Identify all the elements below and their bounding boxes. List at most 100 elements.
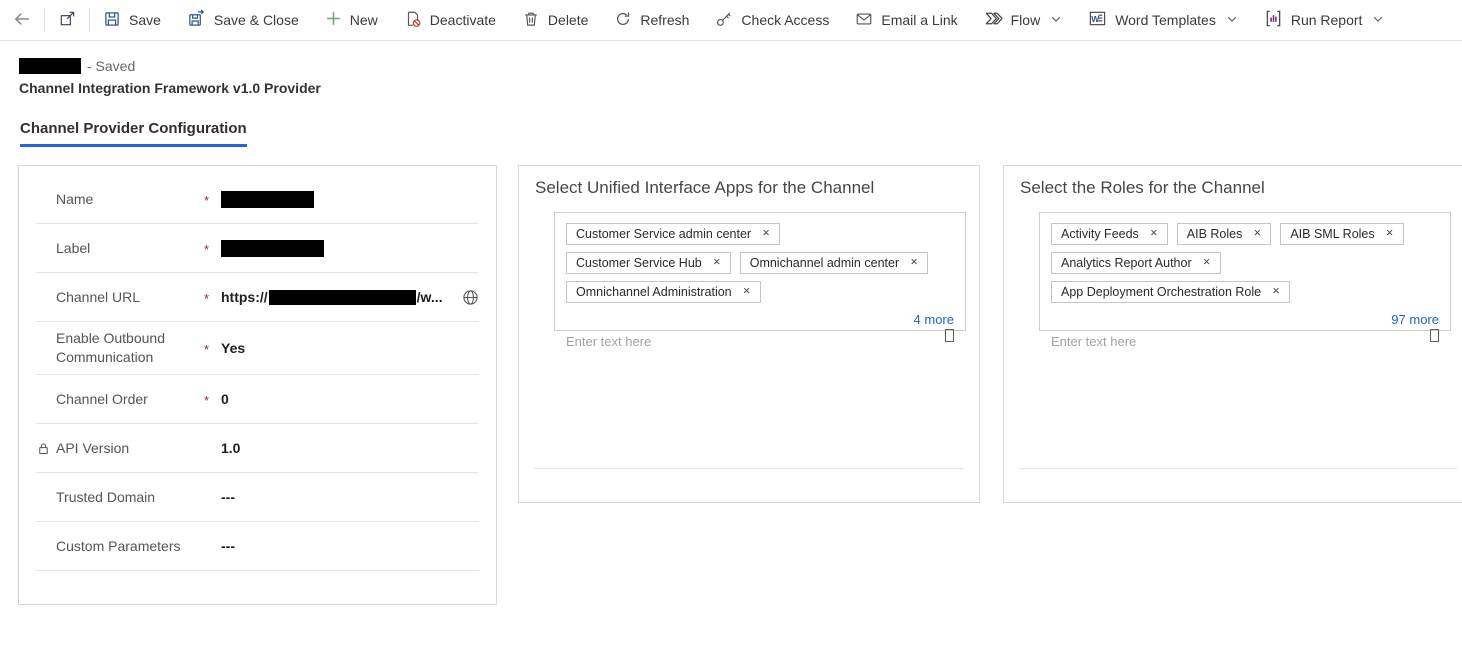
saved-status: - Saved <box>87 58 135 74</box>
redacted-value <box>221 191 314 208</box>
flow-icon <box>984 9 1003 31</box>
required-marker: * <box>204 289 221 306</box>
back-arrow-icon <box>12 9 32 32</box>
tag[interactable]: Omnichannel Administration✕ <box>566 281 761 303</box>
save-and-close-button[interactable]: Save & Close <box>174 0 312 40</box>
form-row-trusted-domain: Trusted Domain --- <box>36 473 479 522</box>
check-access-label: Check Access <box>741 12 829 28</box>
chevron-down-icon[interactable] <box>1226 12 1238 28</box>
apps-multiselect-input[interactable]: Customer Service admin center✕ Customer … <box>554 212 966 331</box>
word-templates-button[interactable]: W Word Templates <box>1075 0 1251 40</box>
field-label-name: Name <box>56 190 204 209</box>
back-button[interactable] <box>0 0 44 40</box>
tag-remove-button[interactable]: ✕ <box>1150 229 1158 239</box>
tag[interactable]: Activity Feeds ✕ <box>1051 223 1168 245</box>
delete-button[interactable]: Delete <box>509 0 601 40</box>
apps-input-placeholder[interactable]: Enter text here <box>566 334 651 349</box>
run-report-label: Run Report <box>1291 12 1363 28</box>
tag-remove-button[interactable]: ✕ <box>743 287 751 297</box>
required-marker: * <box>204 340 221 357</box>
popout-button[interactable] <box>45 0 89 40</box>
email-a-link-button[interactable]: Email a Link <box>842 0 970 40</box>
deactivate-button[interactable]: Deactivate <box>391 0 509 40</box>
new-button[interactable]: New <box>312 0 391 40</box>
apps-panel-title: Select Unified Interface Apps for the Ch… <box>519 166 979 198</box>
tag-remove-button[interactable]: ✕ <box>1272 287 1280 297</box>
refresh-button[interactable]: Refresh <box>601 0 702 40</box>
field-label-trusted-domain: Trusted Domain <box>56 488 204 507</box>
apps-tag-list: Customer Service admin center✕ Customer … <box>566 220 954 307</box>
tag[interactable]: App Deployment Orchestration Role ✕ <box>1051 281 1290 303</box>
redacted-record-name <box>19 58 81 74</box>
roles-input-placeholder[interactable]: Enter text here <box>1051 334 1136 349</box>
tag[interactable]: Analytics Report Author ✕ <box>1051 252 1221 274</box>
form-tabs: Channel Provider Configuration <box>20 120 247 147</box>
tag[interactable]: AIB SML Roles ✕ <box>1280 223 1403 245</box>
tag-label: Activity Feeds <box>1061 227 1139 241</box>
flow-label: Flow <box>1011 12 1041 28</box>
field-value-label[interactable] <box>221 240 479 257</box>
form-row-enable-outbound: Enable Outbound Communication * Yes <box>36 322 479 375</box>
tag-label: Analytics Report Author <box>1061 256 1192 270</box>
tag-remove-button[interactable]: ✕ <box>910 258 918 268</box>
field-value-trusted-domain[interactable]: --- <box>221 489 479 505</box>
field-value-name[interactable] <box>221 191 479 208</box>
tag-remove-button[interactable]: ✕ <box>1386 229 1394 239</box>
save-label: Save <box>129 12 161 28</box>
tag-label: Omnichannel admin center <box>750 256 899 270</box>
save-icon <box>103 10 121 31</box>
roles-multiselect-input[interactable]: Activity Feeds ✕ AIB Roles ✕ AIB SML Roles… <box>1039 212 1451 331</box>
word-templates-label: Word Templates <box>1115 12 1216 28</box>
save-and-close-icon <box>187 9 206 31</box>
required-marker: * <box>204 191 221 208</box>
record-header: - Saved Channel Integration Framework v1… <box>19 58 321 96</box>
roles-more-link[interactable]: 97 more <box>1391 312 1439 327</box>
run-report-button[interactable]: Run Report <box>1251 0 1398 40</box>
field-value-channel-order[interactable]: 0 <box>221 391 479 407</box>
tag-label: AIB SML Roles <box>1290 227 1374 241</box>
chevron-down-icon[interactable] <box>1050 12 1062 28</box>
flow-button[interactable]: Flow <box>971 0 1076 40</box>
tag-remove-button[interactable]: ✕ <box>762 229 770 239</box>
refresh-label: Refresh <box>640 12 689 28</box>
refresh-icon <box>614 10 632 31</box>
field-value-custom-parameters[interactable]: --- <box>221 538 479 554</box>
redacted-value <box>269 290 416 305</box>
field-label-api-version: API Version <box>56 439 204 458</box>
field-value-enable-outbound[interactable]: Yes <box>221 340 479 356</box>
section-divider <box>534 468 964 469</box>
tag-remove-button[interactable]: ✕ <box>713 258 721 268</box>
tag[interactable]: Customer Service Hub ✕ <box>566 252 731 274</box>
tag[interactable]: Omnichannel admin center ✕ <box>740 252 928 274</box>
form-row-api-version: API Version 1.0 <box>36 424 479 473</box>
roles-panel-title: Select the Roles for the Channel <box>1004 166 1462 198</box>
form-row-label: Label * <box>36 224 479 273</box>
save-button[interactable]: Save <box>90 0 174 40</box>
tag-label: AIB Roles <box>1187 227 1243 241</box>
report-chart-icon <box>1264 9 1283 31</box>
url-suffix: /w... <box>417 289 443 305</box>
popout-icon <box>58 9 77 31</box>
roles-tag-list: Activity Feeds ✕ AIB Roles ✕ AIB SML Roles… <box>1051 220 1439 307</box>
tab-channel-provider-configuration[interactable]: Channel Provider Configuration <box>20 120 247 147</box>
record-form-page: Save Save & Close New Deactivate Delete <box>0 0 1462 653</box>
tag-remove-button[interactable]: ✕ <box>1203 258 1211 268</box>
trash-icon <box>522 10 540 31</box>
tag-remove-button[interactable]: ✕ <box>1253 229 1261 239</box>
tag-label: App Deployment Orchestration Role <box>1061 285 1261 299</box>
tag-label: Customer Service Hub <box>576 256 702 270</box>
field-label-enable-outbound: Enable Outbound Communication <box>56 329 204 367</box>
redacted-value <box>221 240 324 257</box>
tag[interactable]: AIB Roles ✕ <box>1177 223 1272 245</box>
check-access-button[interactable]: Check Access <box>702 0 842 40</box>
apps-more-link[interactable]: 4 more <box>914 312 954 327</box>
required-marker: * <box>204 391 221 408</box>
required-marker: * <box>204 240 221 257</box>
chevron-down-icon[interactable] <box>1372 12 1384 28</box>
deactivate-label: Deactivate <box>430 12 496 28</box>
unknown-glyph-icon <box>945 329 954 342</box>
svg-text:W: W <box>1091 14 1100 24</box>
roles-panel: Select the Roles for the Channel Activit… <box>1003 165 1462 503</box>
field-value-channel-url[interactable]: https:///w... <box>221 289 479 306</box>
tag[interactable]: Customer Service admin center✕ <box>566 223 780 245</box>
